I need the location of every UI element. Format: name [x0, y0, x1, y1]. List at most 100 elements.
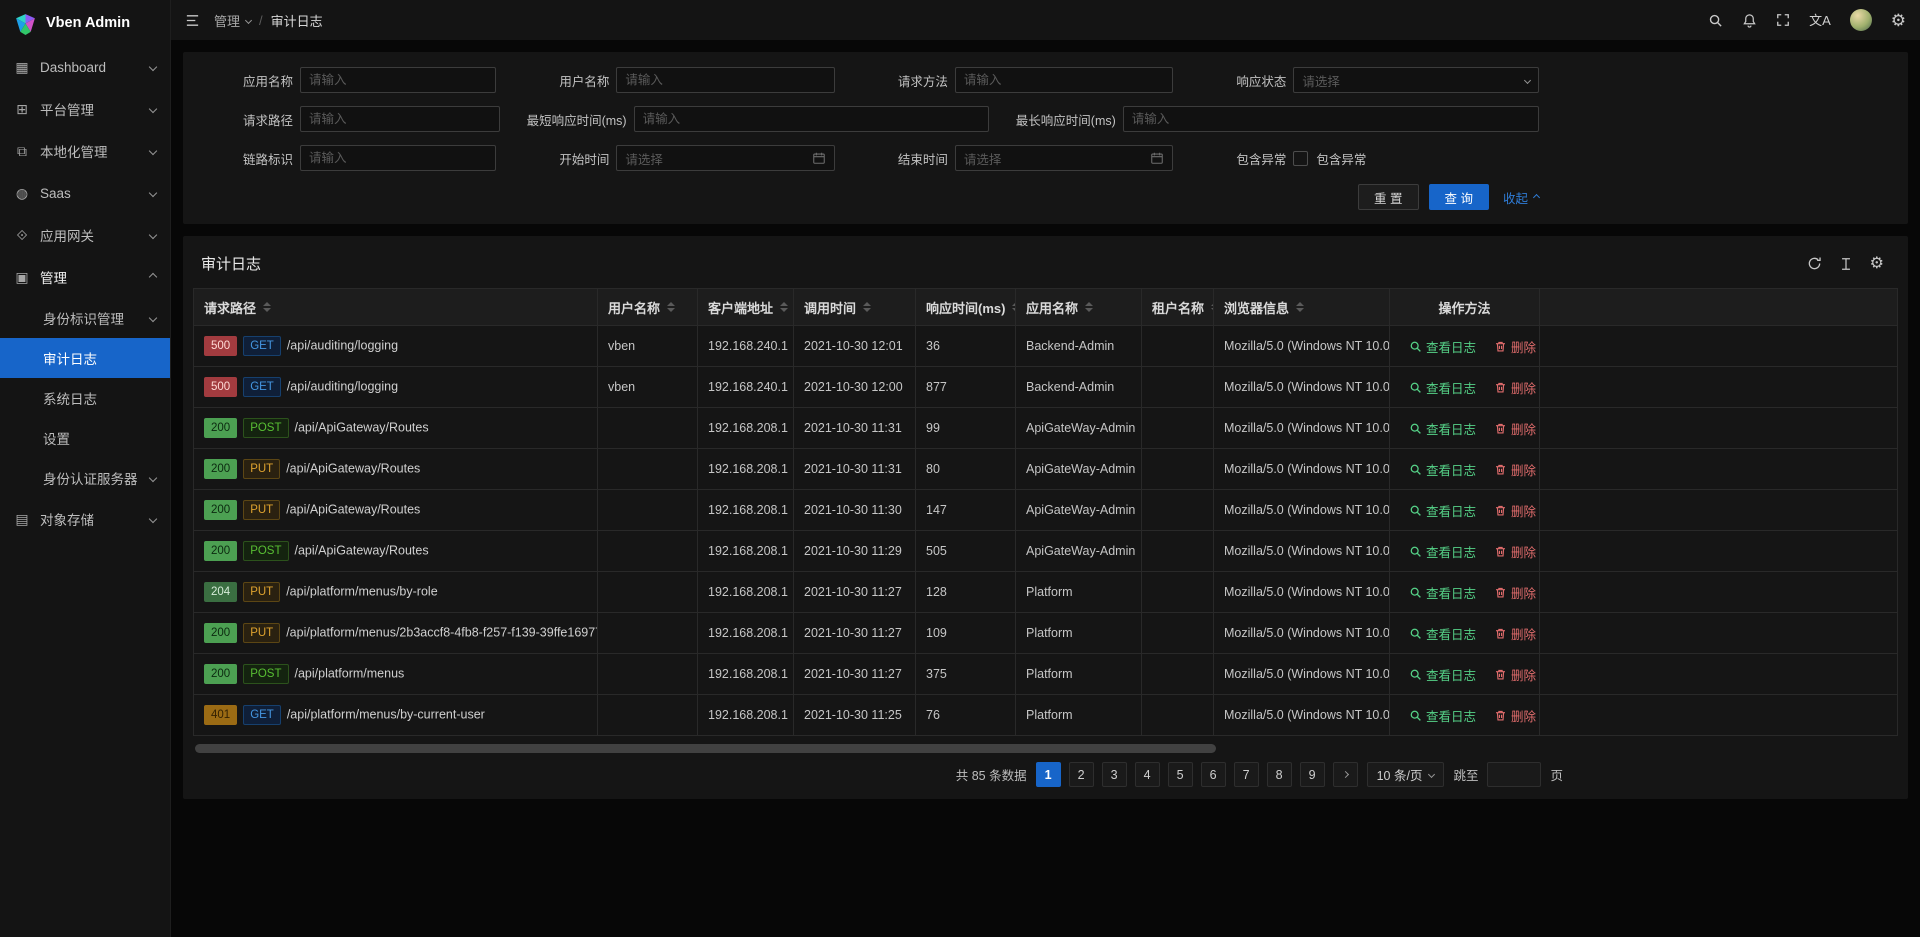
min-response-time-input[interactable]: [643, 112, 980, 126]
sidebar-collapse-icon[interactable]: [185, 13, 200, 28]
delete-label: 删除: [1511, 501, 1536, 520]
has-exception-checkbox[interactable]: [1293, 151, 1308, 166]
delete-button[interactable]: 删除: [1494, 706, 1536, 725]
sidebar-item-app-gateway[interactable]: ⟐应用网关: [0, 214, 170, 256]
locale-icon[interactable]: 文A: [1809, 14, 1831, 27]
column-header-7[interactable]: 浏览器信息: [1214, 289, 1390, 326]
column-height-icon[interactable]: [1839, 257, 1853, 271]
app-name-input[interactable]: [309, 73, 487, 87]
logo[interactable]: Vben Admin: [0, 0, 170, 46]
collapse-filter-link[interactable]: 收起: [1503, 188, 1539, 207]
request-path-input[interactable]: [309, 112, 491, 126]
sidebar-item-object-storage[interactable]: ▤对象存储: [0, 498, 170, 540]
sidebar-subitem-audit-log[interactable]: 审计日志: [0, 338, 170, 378]
delete-label: 删除: [1511, 460, 1536, 479]
status-tag: 200: [204, 541, 237, 561]
status-tag: 500: [204, 336, 237, 356]
view-log-button[interactable]: 查看日志: [1409, 665, 1476, 684]
column-header-2[interactable]: 客户端地址: [698, 289, 794, 326]
column-header-3[interactable]: 调用时间: [794, 289, 916, 326]
sidebar-item-management[interactable]: ▣管理: [0, 256, 170, 298]
response-time-cell: 76: [916, 695, 1016, 736]
delete-button[interactable]: 删除: [1494, 460, 1536, 479]
page-button-8[interactable]: 8: [1267, 762, 1292, 787]
sidebar-item-localization[interactable]: ⧉本地化管理: [0, 130, 170, 172]
column-header-4[interactable]: 响应时间(ms): [916, 289, 1016, 326]
delete-button[interactable]: 删除: [1494, 419, 1536, 438]
view-log-button[interactable]: 查看日志: [1409, 419, 1476, 438]
http-status-select[interactable]: 请选择: [1293, 67, 1539, 93]
refresh-icon[interactable]: [1807, 256, 1822, 271]
settings-icon[interactable]: ⚙: [1891, 12, 1906, 29]
view-log-button[interactable]: 查看日志: [1409, 542, 1476, 561]
page-button-7[interactable]: 7: [1234, 762, 1259, 787]
column-header-0[interactable]: 请求路径: [194, 289, 598, 326]
view-log-button[interactable]: 查看日志: [1409, 624, 1476, 643]
user-name-input[interactable]: [625, 73, 826, 87]
delete-button[interactable]: 删除: [1494, 337, 1536, 356]
page-button-4[interactable]: 4: [1135, 762, 1160, 787]
page-button-2[interactable]: 2: [1069, 762, 1094, 787]
request-path-text: /api/ApiGateway/Routes: [286, 461, 420, 475]
view-log-button[interactable]: 查看日志: [1409, 501, 1476, 520]
actions-cell: 查看日志删除: [1390, 572, 1540, 613]
start-time-picker[interactable]: 请选择: [616, 145, 835, 171]
avatar[interactable]: [1850, 9, 1872, 31]
call-time-cell: 2021-10-30 12:00: [794, 367, 916, 408]
next-page-button[interactable]: [1333, 762, 1358, 787]
sidebar-subitem-identity[interactable]: 身份标识管理: [0, 298, 170, 338]
jump-page-input[interactable]: [1487, 762, 1541, 787]
column-header-6[interactable]: 租户名称: [1142, 289, 1214, 326]
delete-button[interactable]: 删除: [1494, 378, 1536, 397]
horizontal-scrollbar-track: [195, 744, 1896, 753]
view-log-button[interactable]: 查看日志: [1409, 337, 1476, 356]
search-icon[interactable]: [1708, 13, 1723, 28]
chevron-down-icon: [1524, 76, 1531, 83]
reset-button[interactable]: 重 置: [1358, 184, 1418, 210]
breadcrumb-item-management[interactable]: 管理: [214, 11, 251, 30]
call-time-cell: 2021-10-30 12:01: [794, 326, 916, 367]
filter-label: 最短响应时间(ms): [527, 110, 627, 129]
sidebar-subitem-settings[interactable]: 设置: [0, 418, 170, 458]
search-button[interactable]: 查 询: [1429, 184, 1489, 210]
end-time-picker[interactable]: 请选择: [955, 145, 1174, 171]
max-response-time-input[interactable]: [1132, 112, 1530, 126]
bell-icon[interactable]: [1742, 13, 1757, 28]
delete-button[interactable]: 删除: [1494, 624, 1536, 643]
delete-label: 删除: [1511, 419, 1536, 438]
page-button-5[interactable]: 5: [1168, 762, 1193, 787]
horizontal-scrollbar-thumb[interactable]: [195, 744, 1216, 753]
chevron-up-icon: [1533, 193, 1540, 200]
sidebar-subitem-system-log[interactable]: 系统日志: [0, 378, 170, 418]
delete-button[interactable]: 删除: [1494, 665, 1536, 684]
status-tag: 204: [204, 582, 237, 602]
method-tag: PUT: [243, 459, 280, 479]
page-button-9[interactable]: 9: [1300, 762, 1325, 787]
delete-button[interactable]: 删除: [1494, 501, 1536, 520]
page-button-1[interactable]: 1: [1036, 762, 1061, 787]
tenant-name-cell: [1142, 695, 1214, 736]
view-log-button[interactable]: 查看日志: [1409, 583, 1476, 602]
page-button-6[interactable]: 6: [1201, 762, 1226, 787]
http-method-input[interactable]: [964, 73, 1165, 87]
delete-button[interactable]: 删除: [1494, 583, 1536, 602]
sidebar-subitem-auth-server[interactable]: 身份认证服务器: [0, 458, 170, 498]
page-button-3[interactable]: 3: [1102, 762, 1127, 787]
view-log-button[interactable]: 查看日志: [1409, 378, 1476, 397]
request-path-cell: 200POST/api/platform/menus: [194, 654, 598, 695]
delete-button[interactable]: 删除: [1494, 542, 1536, 561]
trace-id-input[interactable]: [309, 151, 487, 165]
chevron-down-icon: [149, 515, 157, 523]
column-header-1[interactable]: 用户名称: [598, 289, 698, 326]
view-log-button[interactable]: 查看日志: [1409, 706, 1476, 725]
sidebar-item-dashboard[interactable]: ▦Dashboard: [0, 46, 170, 88]
view-log-button[interactable]: 查看日志: [1409, 460, 1476, 479]
request-path-text: /api/platform/menus: [295, 666, 405, 680]
request-path-cell: 200PUT/api/ApiGateway/Routes: [194, 449, 598, 490]
page-size-select[interactable]: 10 条/页: [1367, 762, 1445, 787]
column-header-5[interactable]: 应用名称: [1016, 289, 1142, 326]
sidebar-item-platform[interactable]: ⊞平台管理: [0, 88, 170, 130]
sidebar-item-saas[interactable]: ◍Saas: [0, 172, 170, 214]
column-settings-icon[interactable]: ⚙: [1870, 256, 1884, 272]
fullscreen-icon[interactable]: [1776, 13, 1790, 27]
